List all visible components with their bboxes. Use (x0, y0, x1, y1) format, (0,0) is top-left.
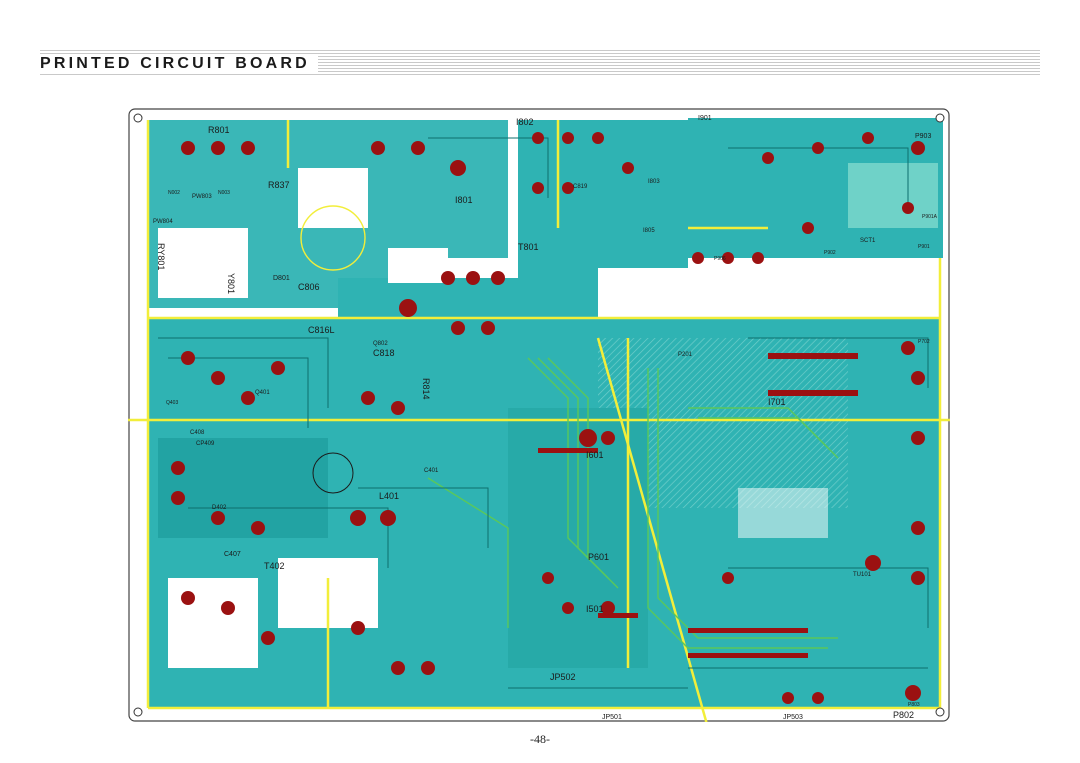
label-pw804: PW804 (153, 219, 173, 225)
page-number: -48- (530, 732, 550, 746)
label-n002: N002 (168, 190, 180, 196)
label-c407: C407 (224, 551, 241, 558)
label-p906: P906 (714, 256, 726, 262)
board-cutout (168, 578, 258, 668)
page-title: PRINTED CIRCUIT BOARD (40, 55, 318, 73)
label-l401: L401 (379, 491, 399, 501)
label-i805: I805 (643, 228, 655, 234)
label-c806: C806 (298, 282, 320, 292)
label-i803: I803 (648, 179, 660, 185)
page-header: PRINTED CIRCUIT BOARD (40, 50, 1040, 76)
label-c819: C819 (573, 184, 588, 190)
label-cp409: CP409 (196, 441, 215, 447)
label-d801: D801 (273, 275, 290, 282)
board-cutout (738, 488, 828, 538)
label-t801: T801 (518, 242, 539, 252)
label-jp501: JP501 (602, 714, 622, 721)
label-i501: I501 (586, 604, 604, 614)
label-i802: I802 (516, 117, 534, 127)
label-jp503: JP503 (783, 714, 803, 721)
label-c401: C401 (424, 468, 439, 474)
label-d402: D402 (212, 505, 227, 511)
label-t402: T402 (264, 561, 285, 571)
label-p903: P903 (915, 133, 931, 140)
label-i601: I601 (586, 450, 604, 460)
label-p901a: P901A (922, 214, 938, 220)
label-jp502: JP502 (550, 672, 576, 682)
label-p803: P803 (908, 702, 920, 708)
label-i701: I701 (768, 397, 786, 407)
label-sct1: SCT1 (860, 238, 876, 244)
label-q403: Q403 (166, 400, 178, 406)
label-p201: P201 (678, 352, 693, 358)
label-r814: R814 (421, 378, 431, 400)
label-p601: P601 (588, 552, 609, 562)
label-c818: C818 (373, 348, 395, 358)
pcb-image: R801 RY801 PW804 PW803 N002 N003 R837 D8… (128, 108, 950, 722)
label-p902: P902 (824, 250, 836, 256)
label-i901: I901 (698, 115, 712, 122)
label-tu101: TU101 (853, 572, 872, 578)
label-q401: Q401 (255, 390, 270, 396)
label-ry801: RY801 (156, 243, 166, 270)
label-q802: Q802 (373, 341, 388, 347)
label-c816l: C816L (308, 325, 335, 335)
label-p802: P802 (893, 710, 914, 720)
label-r837: R837 (268, 180, 290, 190)
label-pw803: PW803 (192, 194, 212, 200)
label-c408: C408 (190, 430, 205, 436)
label-r801: R801 (208, 125, 230, 135)
board-cutout (388, 248, 448, 283)
label-p702: P702 (918, 339, 930, 345)
label-i801: I801 (455, 195, 473, 205)
copper-region (158, 438, 328, 538)
label-n003: N003 (218, 190, 230, 196)
label-p901: P901 (918, 244, 930, 250)
board-cutout (298, 168, 368, 228)
label-y801: Y801 (226, 273, 236, 294)
